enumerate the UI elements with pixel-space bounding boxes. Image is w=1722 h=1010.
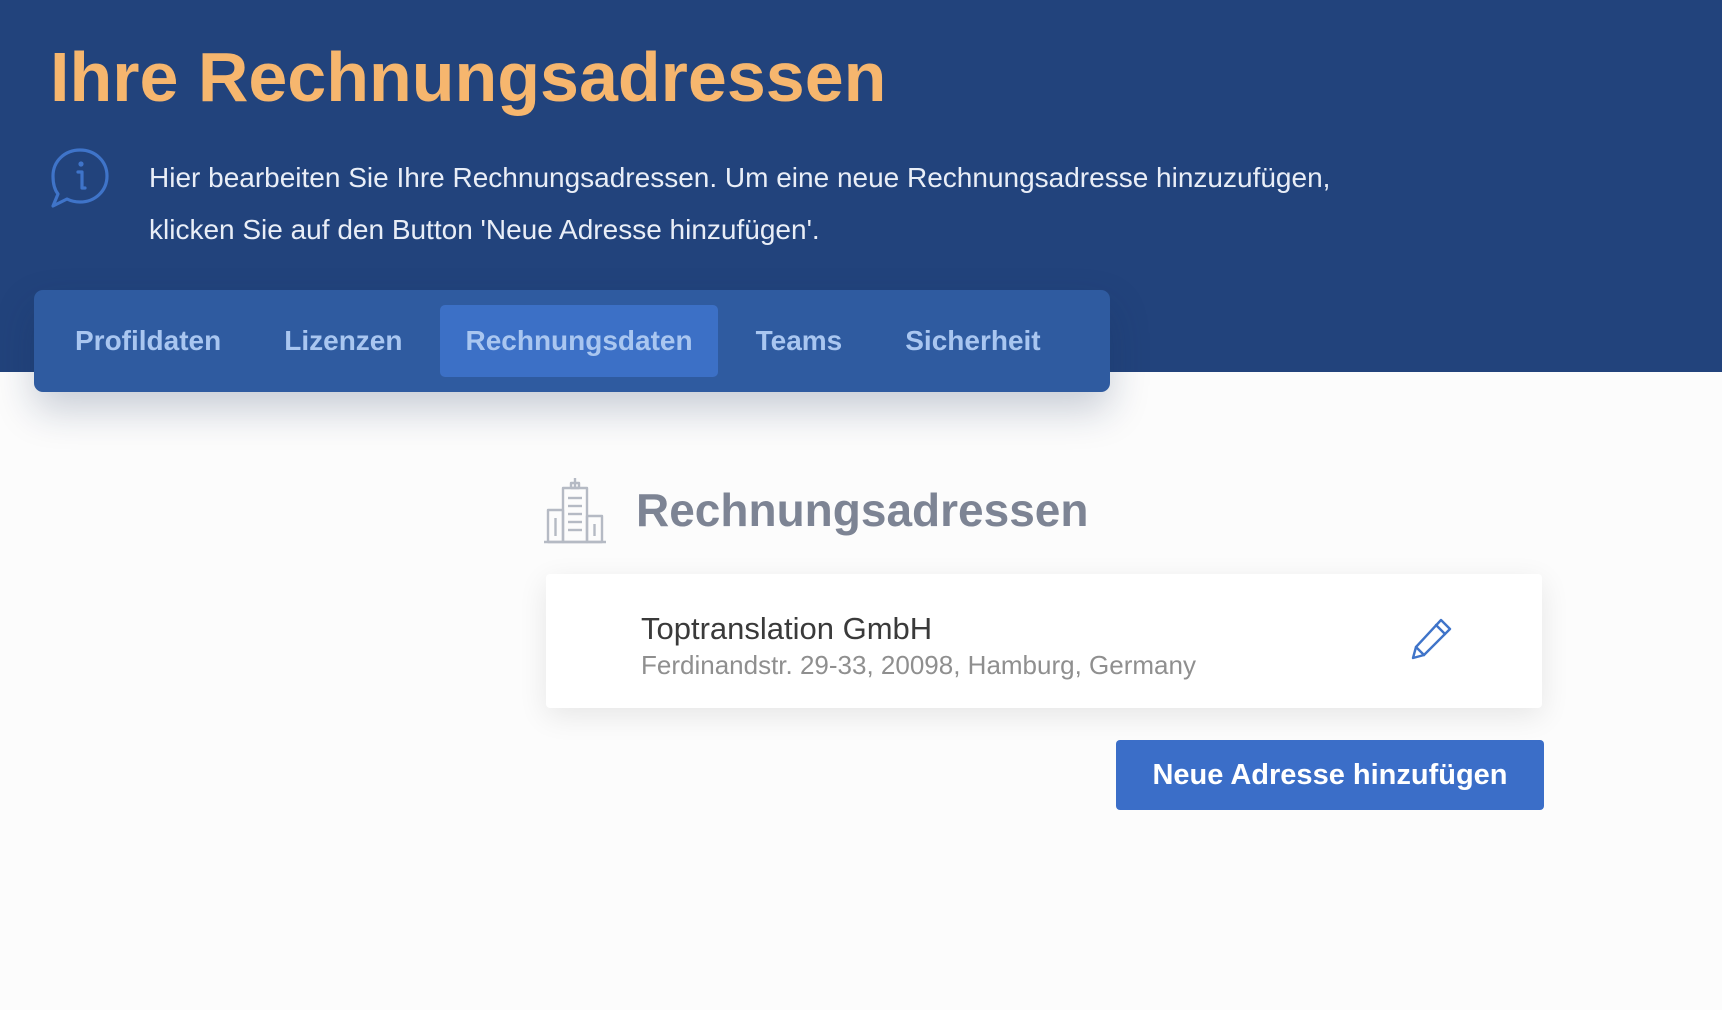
tab-profildaten[interactable]: Profildaten [50, 305, 246, 377]
address-card: Toptranslation GmbH Ferdinandstr. 29-33,… [546, 574, 1542, 708]
building-icon [542, 476, 608, 544]
pencil-edit-icon[interactable] [1408, 616, 1454, 662]
tab-rechnungsdaten[interactable]: Rechnungsdaten [440, 305, 718, 377]
info-description: Hier bearbeiten Sie Ihre Rechnungsadress… [149, 162, 1331, 245]
account-tabs: Profildaten Lizenzen Rechnungsdaten Team… [34, 290, 1110, 392]
info-speech-bubble-icon [48, 146, 112, 210]
tab-sicherheit[interactable]: Sicherheit [880, 305, 1065, 377]
section-title: Rechnungsadressen [636, 484, 1089, 536]
page-title: Ihre Rechnungsadressen [50, 38, 887, 116]
address-company-name: Toptranslation GmbH [641, 611, 933, 646]
tab-teams[interactable]: Teams [731, 305, 868, 377]
add-address-button[interactable]: Neue Adresse hinzufügen [1116, 740, 1544, 810]
tab-lizenzen[interactable]: Lizenzen [259, 305, 427, 377]
address-street: Ferdinandstr. 29-33, 20098, Hamburg, Ger… [641, 650, 1196, 680]
